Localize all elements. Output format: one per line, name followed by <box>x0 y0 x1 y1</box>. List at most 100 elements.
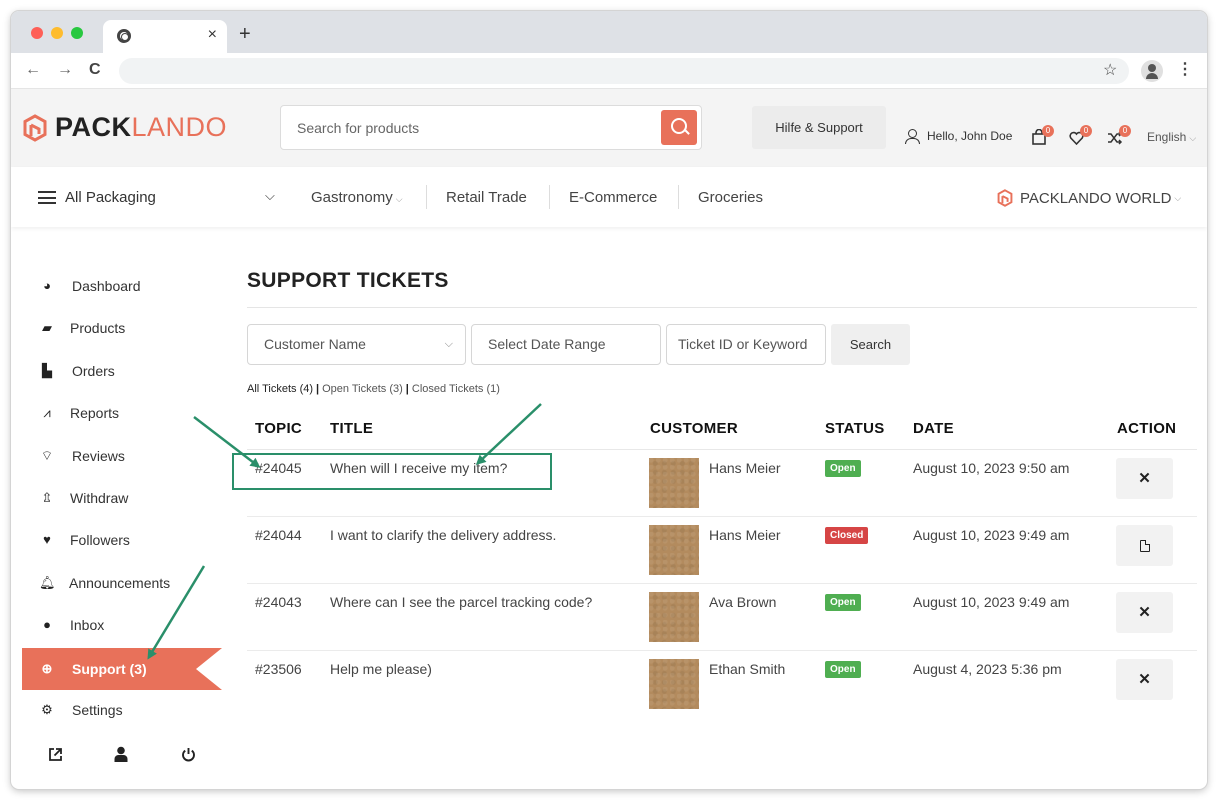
new-tab-button[interactable]: + <box>239 23 251 46</box>
world-label: PACKLANDO WORLD <box>1020 189 1172 207</box>
page-title: SUPPORT TICKETS <box>247 269 449 292</box>
sidebar-item-products[interactable]: ▰ Products <box>22 307 222 349</box>
user-icon <box>905 129 920 144</box>
lifebuoy-icon: ⊕ <box>41 661 53 676</box>
close-icon: ✕ <box>1138 470 1151 487</box>
sidebar-item-support[interactable]: ⊕ Support (3) <box>22 648 222 690</box>
ticket-customer: Ethan Smith <box>709 661 786 677</box>
user-greeting: Hello, John Doe <box>927 129 1013 143</box>
close-ticket-button[interactable]: ✕ <box>1116 659 1173 700</box>
browser-menu-icon[interactable]: ⋮ <box>1177 59 1193 79</box>
logo-wordmark: PACKLANDO <box>55 112 227 143</box>
sidebar-item-label: Orders <box>72 363 115 379</box>
tab-close-icon[interactable]: × <box>208 26 217 44</box>
column-header-date: DATE <box>913 420 954 437</box>
browser-tab[interactable]: × <box>103 20 227 53</box>
ticket-customer: Hans Meier <box>709 460 781 476</box>
ticket-topic[interactable]: #24044 <box>255 527 302 543</box>
chevron-down-icon[interactable]: ⌵ <box>265 188 275 204</box>
date-range-input[interactable]: Select Date Range <box>471 324 661 365</box>
category-groceries[interactable]: Groceries <box>698 189 763 206</box>
chat-icon: ● <box>43 617 51 632</box>
comments-icon: ⌔ <box>40 448 54 463</box>
view-ticket-button[interactable] <box>1116 525 1173 566</box>
site-header: PACKLANDO Search for products Hilfe & Su… <box>11 89 1207 167</box>
category-retail-trade[interactable]: Retail Trade <box>446 189 527 206</box>
divider <box>247 650 1197 651</box>
sidebar-item-label: Support (3) <box>72 661 147 677</box>
user-profile-icon[interactable] <box>114 746 128 762</box>
close-ticket-button[interactable]: ✕ <box>1116 458 1173 499</box>
ticket-title[interactable]: Where can I see the parcel tracking code… <box>330 594 592 610</box>
ticket-title[interactable]: Help me please) <box>330 661 432 677</box>
ticket-date: August 10, 2023 9:49 am <box>913 527 1070 543</box>
column-header-topic: TOPIC <box>255 420 303 437</box>
sidebar-item-label: Settings <box>72 702 123 718</box>
category-ecommerce[interactable]: E-Commerce <box>569 189 657 206</box>
ticket-date: August 10, 2023 9:50 am <box>913 460 1070 476</box>
close-ticket-button[interactable]: ✕ <box>1116 592 1173 633</box>
bookmark-star-icon[interactable]: ☆ <box>1103 60 1117 80</box>
ticket-topic[interactable]: #24043 <box>255 594 302 610</box>
sidebar-item-reviews[interactable]: ⌔ Reviews <box>22 435 222 477</box>
power-logout-icon[interactable] <box>181 747 196 762</box>
help-support-button[interactable]: Hilfe & Support <box>752 106 886 149</box>
sidebar-item-withdraw[interactable]: ⇫ Withdraw <box>22 477 222 519</box>
divider <box>247 449 1197 450</box>
sidebar-item-label: Announcements <box>69 575 171 591</box>
category-gastronomy[interactable]: Gastronomy ⌵ <box>311 189 403 206</box>
sidebar-item-reports[interactable]: ⩘ Reports <box>22 392 222 434</box>
window-controls <box>31 27 83 39</box>
minimize-window-button[interactable] <box>51 27 63 39</box>
ticket-topic[interactable]: #23506 <box>255 661 302 677</box>
external-link-icon[interactable] <box>48 747 63 762</box>
sidebar-item-label: Dashboard <box>72 278 141 294</box>
customer-name-select[interactable]: Customer Name ⌵ <box>247 324 466 365</box>
sidebar-item-label: Withdraw <box>70 490 129 506</box>
user-account-link[interactable]: Hello, John Doe <box>905 129 1013 144</box>
keyword-input[interactable]: Ticket ID or Keyword <box>666 324 826 365</box>
close-window-button[interactable] <box>31 27 43 39</box>
divider <box>247 516 1197 517</box>
sidebar-item-orders[interactable]: ▙ Orders <box>22 350 222 392</box>
sidebar-item-followers[interactable]: ♥ Followers <box>22 519 222 561</box>
product-search-input[interactable]: Search for products <box>280 105 702 150</box>
packlando-logo-icon <box>23 113 47 142</box>
search-placeholder: Search for products <box>297 120 420 136</box>
sidebar-item-settings[interactable]: ⚙ Settings <box>22 689 222 731</box>
ticket-title[interactable]: I want to clarify the delivery address. <box>330 527 556 543</box>
tab-closed-tickets[interactable]: Closed Tickets (1) <box>412 383 500 395</box>
highlight-box <box>232 453 552 490</box>
gear-icon: ⚙ <box>41 702 53 717</box>
chevron-down-icon: ⌵ <box>395 194 403 204</box>
language-selector[interactable]: English ⌵ <box>1147 130 1196 144</box>
profile-avatar-icon[interactable] <box>1141 60 1163 82</box>
reload-icon[interactable]: C <box>89 61 101 79</box>
sidebar-item-announcements[interactable]: 🔔︎ Announcements <box>22 562 222 604</box>
back-icon[interactable]: ← <box>25 61 41 79</box>
tab-open-tickets[interactable]: Open Tickets (3) <box>322 383 403 395</box>
packlando-world-link[interactable]: PACKLANDO WORLD ⌵ <box>997 189 1181 207</box>
briefcase-icon: ▰ <box>42 320 52 335</box>
sidebar-item-inbox[interactable]: ● Inbox <box>22 604 222 646</box>
column-header-title: TITLE <box>330 420 374 437</box>
site-logo[interactable]: PACKLANDO <box>23 112 227 143</box>
maximize-window-button[interactable] <box>71 27 83 39</box>
wishlist-count-badge: 0 <box>1080 125 1092 137</box>
status-badge: Closed <box>825 527 869 544</box>
customer-avatar <box>649 525 699 575</box>
all-packaging-link[interactable]: All Packaging <box>65 189 156 206</box>
sidebar-item-dashboard[interactable]: ◕ Dashboard <box>22 265 222 307</box>
bell-icon: 🔔︎ <box>39 575 56 590</box>
customer-avatar <box>649 458 699 508</box>
search-icon[interactable] <box>661 110 697 145</box>
status-badge: Open <box>825 661 861 678</box>
address-bar[interactable] <box>119 58 1129 84</box>
logo-lando-text: LANDO <box>131 112 228 142</box>
hamburger-menu-icon[interactable] <box>38 191 56 204</box>
search-tickets-button[interactable]: Search <box>831 324 910 365</box>
ticket-customer: Hans Meier <box>709 527 781 543</box>
browser-window: × + ← → C ☆ ⋮ PACKLANDO Search for produ… <box>11 11 1207 789</box>
forward-icon[interactable]: → <box>57 61 73 79</box>
tab-all-tickets[interactable]: All Tickets (4) <box>247 383 313 395</box>
